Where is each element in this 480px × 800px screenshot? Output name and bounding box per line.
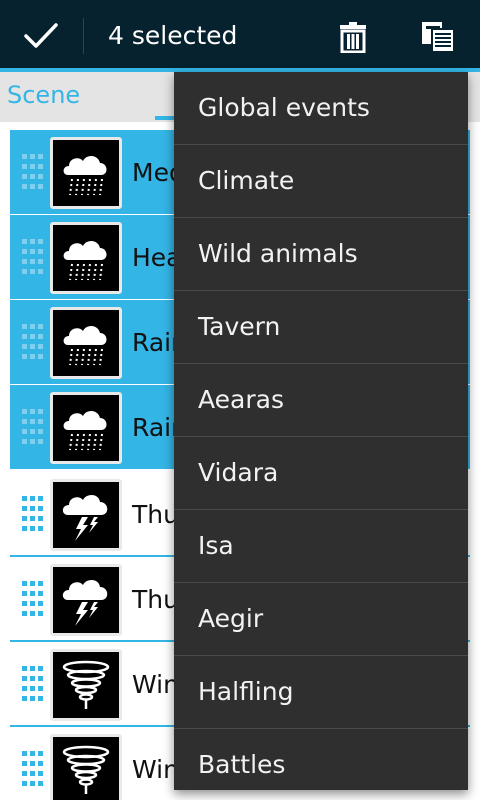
done-button[interactable]	[0, 0, 82, 72]
drag-handle-icon[interactable]	[22, 581, 44, 617]
menu-item-label: Tavern	[198, 312, 281, 341]
tornado-icon	[50, 734, 122, 800]
menu-item-label: Isa	[198, 531, 234, 560]
rain-cloud-icon	[50, 137, 122, 209]
menu-item-battles[interactable]: Battles	[174, 729, 468, 790]
tab-scene[interactable]: Scene	[7, 80, 80, 110]
trash-icon	[340, 22, 366, 53]
menu-item-vidara[interactable]: Vidara	[174, 437, 468, 510]
menu-item-label: Vidara	[198, 458, 279, 487]
contextual-action-bar: 4 selected	[0, 0, 480, 72]
tornado-icon	[50, 649, 122, 721]
selected-count: 4 selected	[108, 21, 238, 50]
drag-handle-icon[interactable]	[22, 751, 44, 787]
overflow-popup-menu: Global events Climate Wild animals Taver…	[174, 72, 468, 790]
drag-handle-icon[interactable]	[22, 324, 44, 360]
drag-handle-icon[interactable]	[22, 154, 44, 190]
menu-item-tavern[interactable]: Tavern	[174, 291, 468, 364]
menu-item-label: Aegir	[198, 604, 264, 633]
menu-item-label: Climate	[198, 166, 295, 195]
rain-cloud-icon	[50, 307, 122, 379]
rain-cloud-icon	[50, 222, 122, 294]
menu-item-wild-animals[interactable]: Wild animals	[174, 218, 468, 291]
check-icon	[24, 23, 58, 48]
drag-handle-icon[interactable]	[22, 239, 44, 275]
list-item-label: Win	[132, 755, 179, 784]
menu-item-aegir[interactable]: Aegir	[174, 583, 468, 656]
menu-item-label: Aearas	[198, 385, 284, 414]
menu-item-label: Global events	[198, 93, 370, 122]
drag-handle-icon[interactable]	[22, 666, 44, 702]
list-item-label: Thu	[132, 500, 179, 529]
copy-icon	[422, 22, 455, 53]
thunder-cloud-icon	[50, 479, 122, 551]
copy-button[interactable]	[414, 14, 462, 60]
rain-cloud-icon	[50, 392, 122, 464]
menu-item-label: Battles	[198, 750, 286, 779]
list-item-label: Thu	[132, 585, 179, 614]
menu-item-isa[interactable]: Isa	[174, 510, 468, 583]
menu-item-label: Halfling	[198, 677, 294, 706]
list-item-label: Win	[132, 670, 179, 699]
menu-item-halfling[interactable]: Halfling	[174, 656, 468, 729]
thunder-cloud-icon	[50, 564, 122, 636]
menu-item-aearas[interactable]: Aearas	[174, 364, 468, 437]
menu-item-label: Wild animals	[198, 239, 358, 268]
action-bar-divider	[83, 18, 84, 54]
drag-handle-icon[interactable]	[22, 496, 44, 532]
delete-button[interactable]	[330, 14, 376, 60]
drag-handle-icon[interactable]	[22, 409, 44, 445]
menu-item-climate[interactable]: Climate	[174, 145, 468, 218]
menu-item-global-events[interactable]: Global events	[174, 72, 468, 145]
